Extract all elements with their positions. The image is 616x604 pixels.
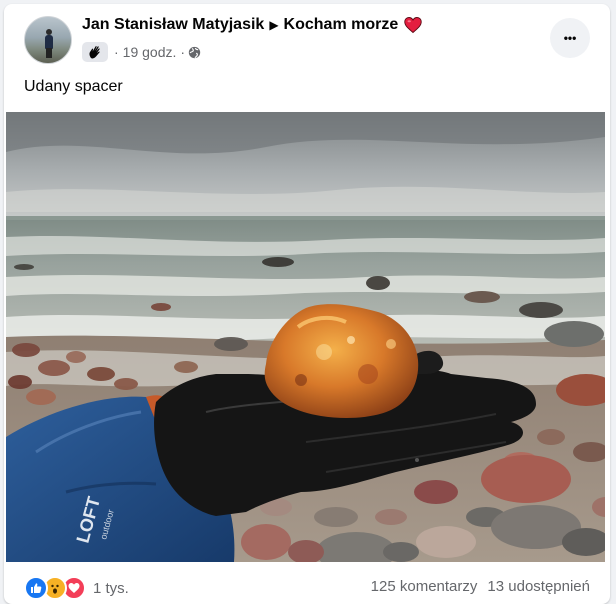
comments-count[interactable]: 125 komentarzy (371, 578, 478, 595)
post-dot: · (114, 44, 119, 60)
group-name[interactable]: Kocham morze (284, 16, 399, 34)
waving-hand-icon (89, 46, 100, 59)
post-text: Udany spacer (24, 78, 123, 95)
post-dot-2: · (180, 44, 186, 60)
heart-icon (404, 17, 422, 34)
author-name[interactable]: Jan Stanisław Matyjasik (82, 16, 264, 34)
more-options-icon: ••• (563, 31, 577, 45)
shares-count[interactable]: 13 udostępnień (487, 578, 590, 595)
caret-right-icon: ▶ (269, 18, 279, 32)
reactions-summary[interactable]: 1 tys. (24, 576, 129, 600)
author-line: Jan Stanisław Matyjasik ▶ Kocham morze (82, 16, 422, 34)
post-photo[interactable]: LOFT outdoor (6, 112, 605, 562)
post-stats: 125 komentarzy 13 udostępnień (371, 578, 590, 595)
beach-amber-photo: LOFT outdoor (6, 112, 605, 562)
more-options-button[interactable]: ••• (550, 18, 590, 58)
post-footer: 1 tys. 125 komentarzy 13 udostępnień (4, 566, 610, 604)
author-avatar[interactable] (24, 16, 72, 64)
avatar-person-legs (46, 48, 52, 58)
globe-icon (188, 46, 201, 58)
like-reaction-icon (24, 576, 48, 600)
post-time[interactable]: 19 godz. (123, 44, 177, 60)
post-meta: · 19 godz. · (82, 42, 201, 62)
avatar-person-body (45, 35, 53, 49)
post-header: Jan Stanisław Matyjasik ▶ Kocham morze ·… (4, 4, 610, 74)
post-card: Jan Stanisław Matyjasik ▶ Kocham morze ·… (4, 4, 610, 604)
reaction-count[interactable]: 1 tys. (93, 580, 129, 597)
group-member-badge (82, 42, 108, 62)
